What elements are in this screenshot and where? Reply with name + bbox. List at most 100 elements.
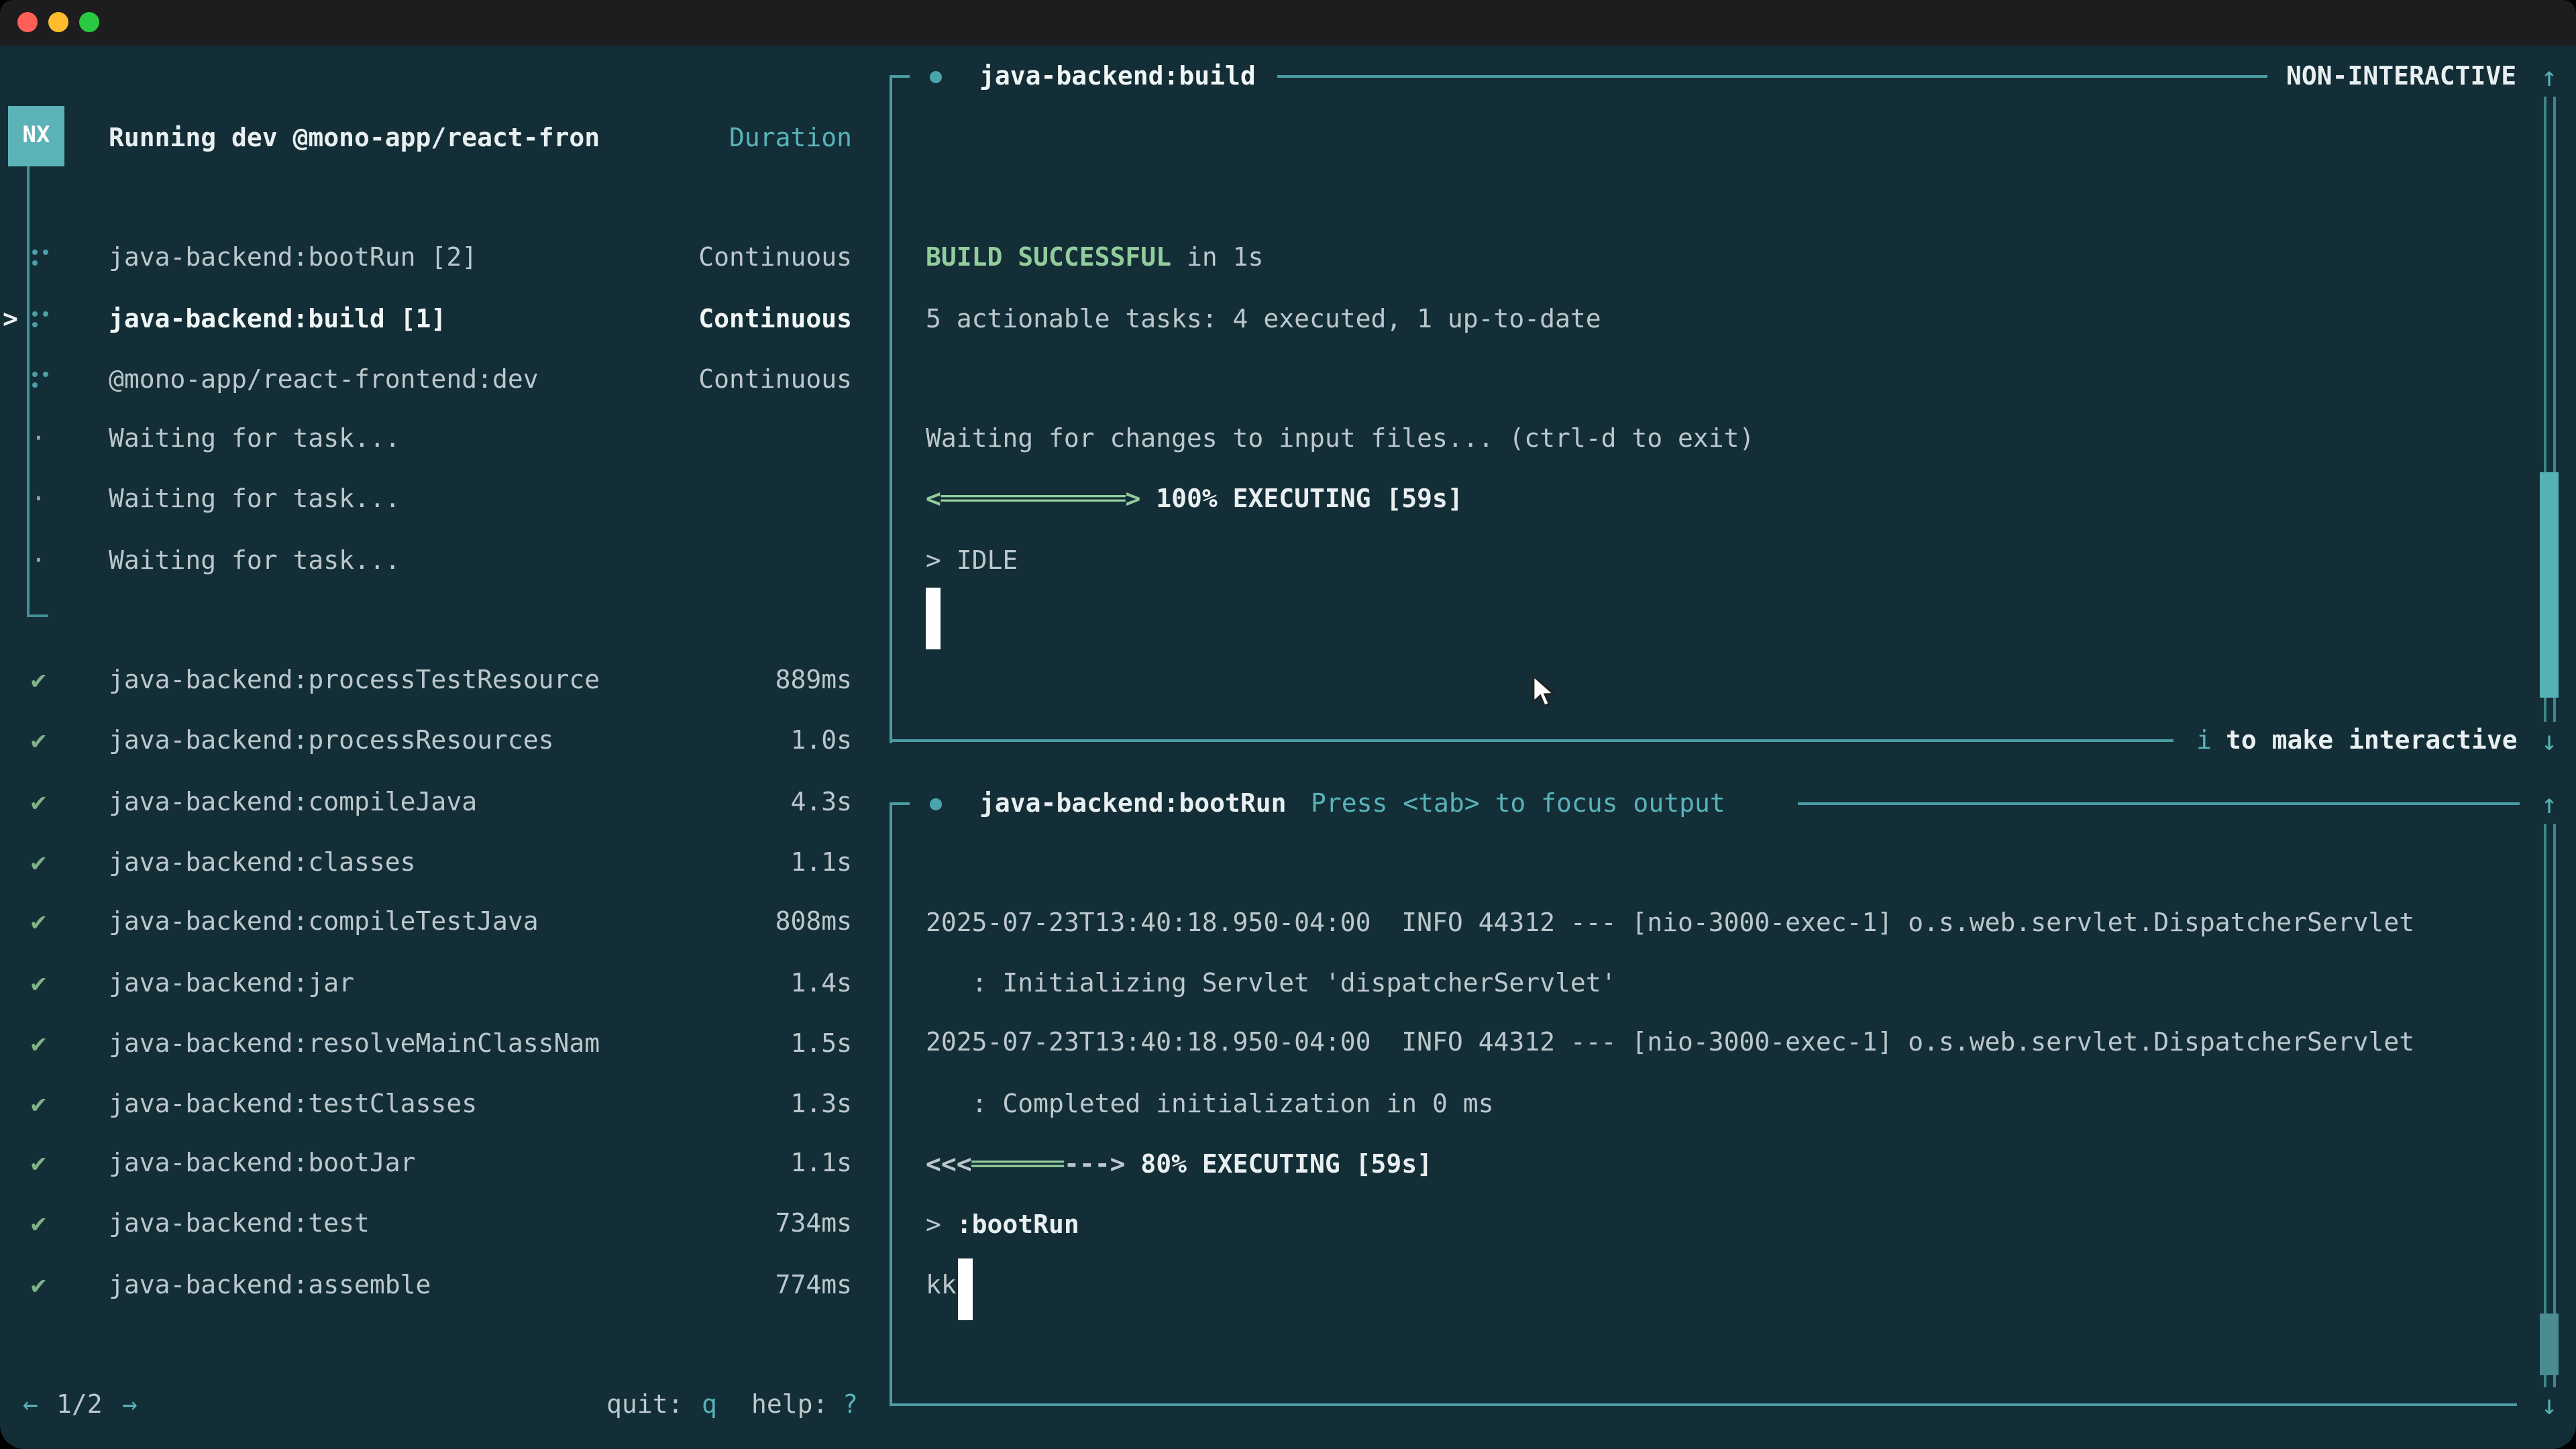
mouse-cursor-icon xyxy=(1529,675,1559,710)
task-name: java-backend:bootRun [2] xyxy=(109,240,477,275)
task-duration: 1.1s xyxy=(790,1146,852,1181)
build-pane-scrollbar-thumb[interactable] xyxy=(2540,472,2559,698)
task-row-build-selected[interactable]: java-backend:build [1] Continuous xyxy=(0,302,852,337)
task-name: java-backend:testClasses xyxy=(109,1087,477,1122)
title-bar xyxy=(0,0,2576,46)
task-row-completed[interactable]: ✔ java-backend:compileJava 4.3s xyxy=(0,785,852,820)
task-name: java-backend:test xyxy=(109,1206,370,1241)
task-name: java-backend:processResources xyxy=(109,723,553,758)
task-name: java-backend:classes xyxy=(109,845,416,880)
scroll-up-icon[interactable]: ↑ xyxy=(2530,786,2568,821)
task-name: java-backend:compileJava xyxy=(109,785,477,820)
check-icon: ✔ xyxy=(31,1087,46,1122)
non-interactive-badge: NON-INTERACTIVE xyxy=(2286,59,2516,94)
scroll-up-icon[interactable]: ↑ xyxy=(2530,59,2568,94)
check-icon: ✔ xyxy=(31,904,46,939)
task-name: Waiting for task... xyxy=(109,543,400,578)
log-line: 2025-07-23T13:40:18.950-04:00 INFO 44312… xyxy=(926,1025,2414,1060)
build-pane-title: java-backend:build xyxy=(979,59,1256,94)
idle-line: > IDLE xyxy=(926,543,1018,578)
bootrun-pane-scrollbar-thumb[interactable] xyxy=(2540,1313,2559,1375)
scroll-down-icon[interactable]: ↓ xyxy=(2530,1387,2568,1422)
task-status: Continuous xyxy=(698,302,852,337)
pager-label: 1/2 xyxy=(56,1387,103,1422)
sidebar-header: Running dev @mono-app/react-fron Duratio… xyxy=(0,121,852,156)
check-icon: ✔ xyxy=(31,723,46,758)
minimize-button[interactable] xyxy=(48,12,68,32)
pending-bullet-icon: · xyxy=(31,482,46,517)
task-duration: 1.5s xyxy=(790,1026,852,1061)
task-name: java-backend:build [1] xyxy=(109,302,446,337)
help-hint-key: ? xyxy=(843,1387,858,1422)
help-hint-label: help: xyxy=(751,1387,828,1422)
bootrun-pane-border-top xyxy=(1798,802,2520,805)
spinner-icon xyxy=(32,250,38,255)
bootrun-pane-scrollbar-track[interactable] xyxy=(2544,824,2556,1387)
task-row-completed[interactable]: ✔ java-backend:processResources 1.0s xyxy=(0,723,852,758)
task-group-guide-foot xyxy=(27,614,48,617)
check-icon: ✔ xyxy=(31,1026,46,1061)
task-row-completed[interactable]: ✔ java-backend:test 734ms xyxy=(0,1206,852,1241)
bootrun-progress-line: <<<══════---> 80% EXECUTING [59s] xyxy=(926,1147,1432,1182)
task-row-frontend-dev[interactable]: @mono-app/react-frontend:dev Continuous xyxy=(0,362,852,397)
task-duration: 889ms xyxy=(775,663,852,698)
spinner-icon xyxy=(32,311,38,317)
zoom-button[interactable] xyxy=(79,12,99,32)
bootrun-pane-bullet-icon xyxy=(930,798,942,810)
task-status: Continuous xyxy=(698,240,852,275)
progress-open: <<< xyxy=(926,1150,972,1179)
prompt-command: :bootRun xyxy=(957,1210,1079,1240)
task-row-waiting: · Waiting for task... xyxy=(0,543,852,578)
prompt-arrow: > xyxy=(926,1210,957,1240)
task-status: Continuous xyxy=(698,362,852,397)
build-success-line: BUILD SUCCESSFUL in 1s xyxy=(926,240,1263,275)
check-icon: ✔ xyxy=(31,663,46,698)
task-name: java-backend:compileTestJava xyxy=(109,904,539,939)
progress-open: < xyxy=(926,484,941,514)
task-row-completed[interactable]: ✔ java-backend:testClasses 1.3s xyxy=(0,1087,852,1122)
interactive-hint-label: to make interactive xyxy=(2226,723,2518,758)
pager-next-icon[interactable]: → xyxy=(122,1387,138,1422)
check-icon: ✔ xyxy=(31,1268,46,1303)
progress-dashes: --- xyxy=(1064,1150,1110,1179)
bootrun-pane-border-top-stub xyxy=(890,802,910,805)
check-icon: ✔ xyxy=(31,1146,46,1181)
task-row-waiting: · Waiting for task... xyxy=(0,482,852,517)
bootrun-pane-title: java-backend:bootRun xyxy=(979,786,1287,821)
close-button[interactable] xyxy=(17,12,38,32)
task-duration: 1.0s xyxy=(790,723,852,758)
sidebar-title: Running dev @mono-app/react-fron xyxy=(109,121,600,156)
check-icon: ✔ xyxy=(31,845,46,880)
bootrun-pane-border-left xyxy=(890,802,892,1406)
task-row-completed[interactable]: ✔ java-backend:bootJar 1.1s xyxy=(0,1146,852,1181)
waiting-for-changes-line: Waiting for changes to input files... (c… xyxy=(926,421,1754,456)
task-duration: 808ms xyxy=(775,904,852,939)
task-row-completed[interactable]: ✔ java-backend:compileTestJava 808ms xyxy=(0,904,852,939)
focus-output-hint: Press <tab> to focus output xyxy=(1311,786,1725,821)
task-row-completed[interactable]: ✔ java-backend:resolveMainClassNam 1.5s xyxy=(0,1026,852,1061)
terminal-cursor xyxy=(958,1258,973,1320)
build-success-suffix: in 1s xyxy=(1171,243,1263,272)
pending-bullet-icon: · xyxy=(31,421,46,456)
task-row-completed[interactable]: ✔ java-backend:processTestResource 889ms xyxy=(0,663,852,698)
progress-fill: ══════ xyxy=(972,1150,1064,1179)
task-duration: 1.4s xyxy=(790,966,852,1001)
build-pane-border-left xyxy=(890,75,892,743)
task-row-completed[interactable]: ✔ java-backend:assemble 774ms xyxy=(0,1268,852,1303)
task-row-completed[interactable]: ✔ java-backend:classes 1.1s xyxy=(0,845,852,880)
quit-hint-label: quit: xyxy=(606,1387,683,1422)
log-line: : Completed initialization in 0 ms xyxy=(926,1087,1494,1122)
check-icon: ✔ xyxy=(31,966,46,1001)
typed-input-text: kk xyxy=(926,1268,957,1303)
task-name: java-backend:bootJar xyxy=(109,1146,416,1181)
progress-close: > xyxy=(1110,1150,1126,1179)
task-duration: 734ms xyxy=(775,1206,852,1241)
build-pane-bullet-icon xyxy=(930,71,942,83)
task-row-completed[interactable]: ✔ java-backend:jar 1.4s xyxy=(0,966,852,1001)
pager-prev-icon[interactable]: ← xyxy=(23,1387,38,1422)
quit-hint-key: q xyxy=(702,1387,717,1422)
terminal-cursor xyxy=(926,588,941,649)
task-row-bootrun[interactable]: java-backend:bootRun [2] Continuous xyxy=(0,240,852,275)
scroll-down-icon[interactable]: ↓ xyxy=(2530,723,2568,758)
progress-label: 80% EXECUTING [59s] xyxy=(1126,1150,1433,1179)
